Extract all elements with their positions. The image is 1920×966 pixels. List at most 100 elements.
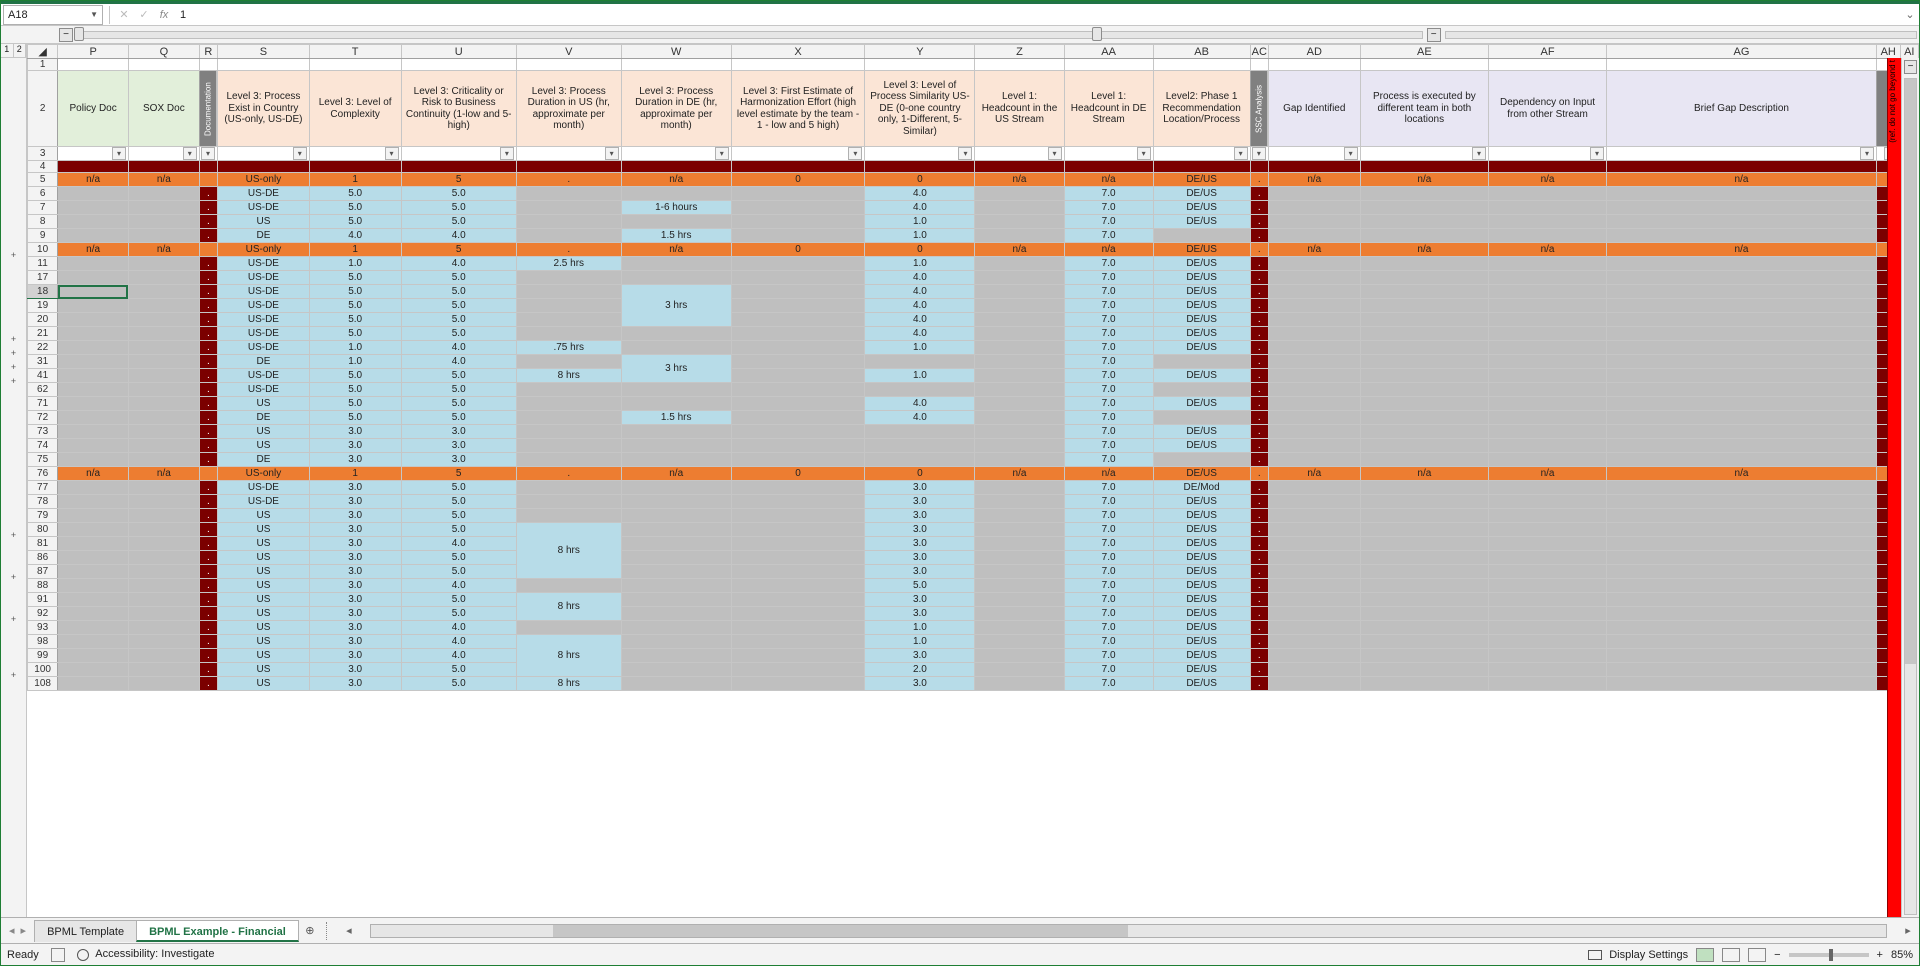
col-head-S[interactable]: S <box>218 45 310 59</box>
outline-expand-row-11[interactable] <box>1 250 26 264</box>
cell-AD74[interactable] <box>1268 439 1360 453</box>
cell-U99[interactable]: 4.0 <box>401 649 516 663</box>
cell-U91[interactable]: 5.0 <box>401 593 516 607</box>
scroll-right-icon[interactable]: ▸ <box>1901 924 1915 937</box>
cell-Z99[interactable] <box>975 649 1064 663</box>
outline-expand-row-62[interactable] <box>1 376 26 390</box>
cell-AB76[interactable]: DE/US <box>1153 467 1250 481</box>
cell-AD7[interactable] <box>1268 201 1360 215</box>
cell-Y20[interactable]: 4.0 <box>865 313 975 327</box>
cell-V79[interactable] <box>516 509 621 523</box>
cell-AB86[interactable]: DE/US <box>1153 551 1250 565</box>
cell-AB8[interactable]: DE/US <box>1153 215 1250 229</box>
cell-S11[interactable]: US-DE <box>218 257 310 271</box>
cell-AE79[interactable] <box>1360 509 1488 523</box>
tab-nav-prev-icon[interactable]: ▸ <box>19 924 29 937</box>
cell-P76[interactable]: n/a <box>58 467 129 481</box>
cell-T80[interactable]: 3.0 <box>309 523 401 537</box>
cell-S72[interactable]: DE <box>218 411 310 425</box>
cell-AE21[interactable] <box>1360 327 1488 341</box>
cell-Q17[interactable] <box>128 271 199 285</box>
cell-X99[interactable] <box>731 649 865 663</box>
cell-AD87[interactable] <box>1268 565 1360 579</box>
cell-P7[interactable] <box>58 201 129 215</box>
cell-W86[interactable] <box>621 551 731 565</box>
cell-W80[interactable] <box>621 523 731 537</box>
cell-AE77[interactable] <box>1360 481 1488 495</box>
cell-U86[interactable]: 5.0 <box>401 551 516 565</box>
cell-S17[interactable]: US-DE <box>218 271 310 285</box>
cell-AC10[interactable]: . <box>1250 243 1268 257</box>
cell-Y77[interactable]: 3.0 <box>865 481 975 495</box>
cell-R11[interactable]: . <box>199 257 217 271</box>
cell-T19[interactable]: 5.0 <box>309 299 401 313</box>
cell-AG91[interactable] <box>1607 593 1877 607</box>
col-head-AB[interactable]: AB <box>1153 45 1250 59</box>
cell-S87[interactable]: US <box>218 565 310 579</box>
cell-AB5[interactable]: DE/US <box>1153 173 1250 187</box>
cell-T93[interactable]: 3.0 <box>309 621 401 635</box>
cell-X71[interactable] <box>731 397 865 411</box>
cell-S62[interactable]: US-DE <box>218 383 310 397</box>
cell-U79[interactable]: 5.0 <box>401 509 516 523</box>
cell-R108[interactable]: . <box>199 677 217 691</box>
cell-U74[interactable]: 3.0 <box>401 439 516 453</box>
cell-AF5[interactable]: n/a <box>1489 173 1607 187</box>
cell-T78[interactable]: 3.0 <box>309 495 401 509</box>
filter-P[interactable] <box>58 147 129 161</box>
cell-U80[interactable]: 5.0 <box>401 523 516 537</box>
cell-V6[interactable] <box>516 187 621 201</box>
cell-Y22[interactable]: 1.0 <box>865 341 975 355</box>
expand-formula-icon[interactable]: ⌄ <box>1901 8 1919 21</box>
cell-Q76[interactable]: n/a <box>128 467 199 481</box>
cell-AF93[interactable] <box>1489 621 1607 635</box>
cell-T71[interactable]: 5.0 <box>309 397 401 411</box>
cell-W87[interactable] <box>621 565 731 579</box>
cell-R22[interactable]: . <box>199 341 217 355</box>
cell-Q88[interactable] <box>128 579 199 593</box>
cell-W21[interactable] <box>621 327 731 341</box>
cell-W72[interactable]: 1.5 hrs <box>621 411 731 425</box>
cell-X98[interactable] <box>731 635 865 649</box>
cell-Y17[interactable]: 4.0 <box>865 271 975 285</box>
cell-AB75[interactable] <box>1153 453 1250 467</box>
cell-AD86[interactable] <box>1268 551 1360 565</box>
cell-AD75[interactable] <box>1268 453 1360 467</box>
cell-X77[interactable] <box>731 481 865 495</box>
outline-expand-row-108[interactable] <box>1 670 26 684</box>
cell-P88[interactable] <box>58 579 129 593</box>
cell-V19[interactable] <box>516 299 621 313</box>
cell-S22[interactable]: US-DE <box>218 341 310 355</box>
cell-X20[interactable] <box>731 313 865 327</box>
cell-Q62[interactable] <box>128 383 199 397</box>
cell-AG71[interactable] <box>1607 397 1877 411</box>
cell-AC88[interactable]: . <box>1250 579 1268 593</box>
cell-P10[interactable]: n/a <box>58 243 129 257</box>
cell-V10[interactable]: . <box>516 243 621 257</box>
cell-Z7[interactable] <box>975 201 1064 215</box>
scroll-left-icon[interactable]: ◂ <box>342 924 356 937</box>
cell-Y80[interactable]: 3.0 <box>865 523 975 537</box>
cell-Q72[interactable] <box>128 411 199 425</box>
filter-AC[interactable] <box>1250 147 1268 161</box>
cell-Q19[interactable] <box>128 299 199 313</box>
cell-P6[interactable] <box>58 187 129 201</box>
cell-U22[interactable]: 4.0 <box>401 341 516 355</box>
cell-T75[interactable]: 3.0 <box>309 453 401 467</box>
cell-R20[interactable]: . <box>199 313 217 327</box>
col-head-V[interactable]: V <box>516 45 621 59</box>
cell-AF73[interactable] <box>1489 425 1607 439</box>
cell-P87[interactable] <box>58 565 129 579</box>
cell-W6[interactable] <box>621 187 731 201</box>
display-settings[interactable]: Display Settings <box>1588 949 1688 961</box>
cell-Y8[interactable]: 1.0 <box>865 215 975 229</box>
cell-R75[interactable]: . <box>199 453 217 467</box>
cell-Z11[interactable] <box>975 257 1064 271</box>
cell-R10[interactable] <box>199 243 217 257</box>
cell-Z100[interactable] <box>975 663 1064 677</box>
cell-AC92[interactable]: . <box>1250 607 1268 621</box>
cell-Q74[interactable] <box>128 439 199 453</box>
cell-AF100[interactable] <box>1489 663 1607 677</box>
cell-AE31[interactable] <box>1360 355 1488 369</box>
cell-Z86[interactable] <box>975 551 1064 565</box>
